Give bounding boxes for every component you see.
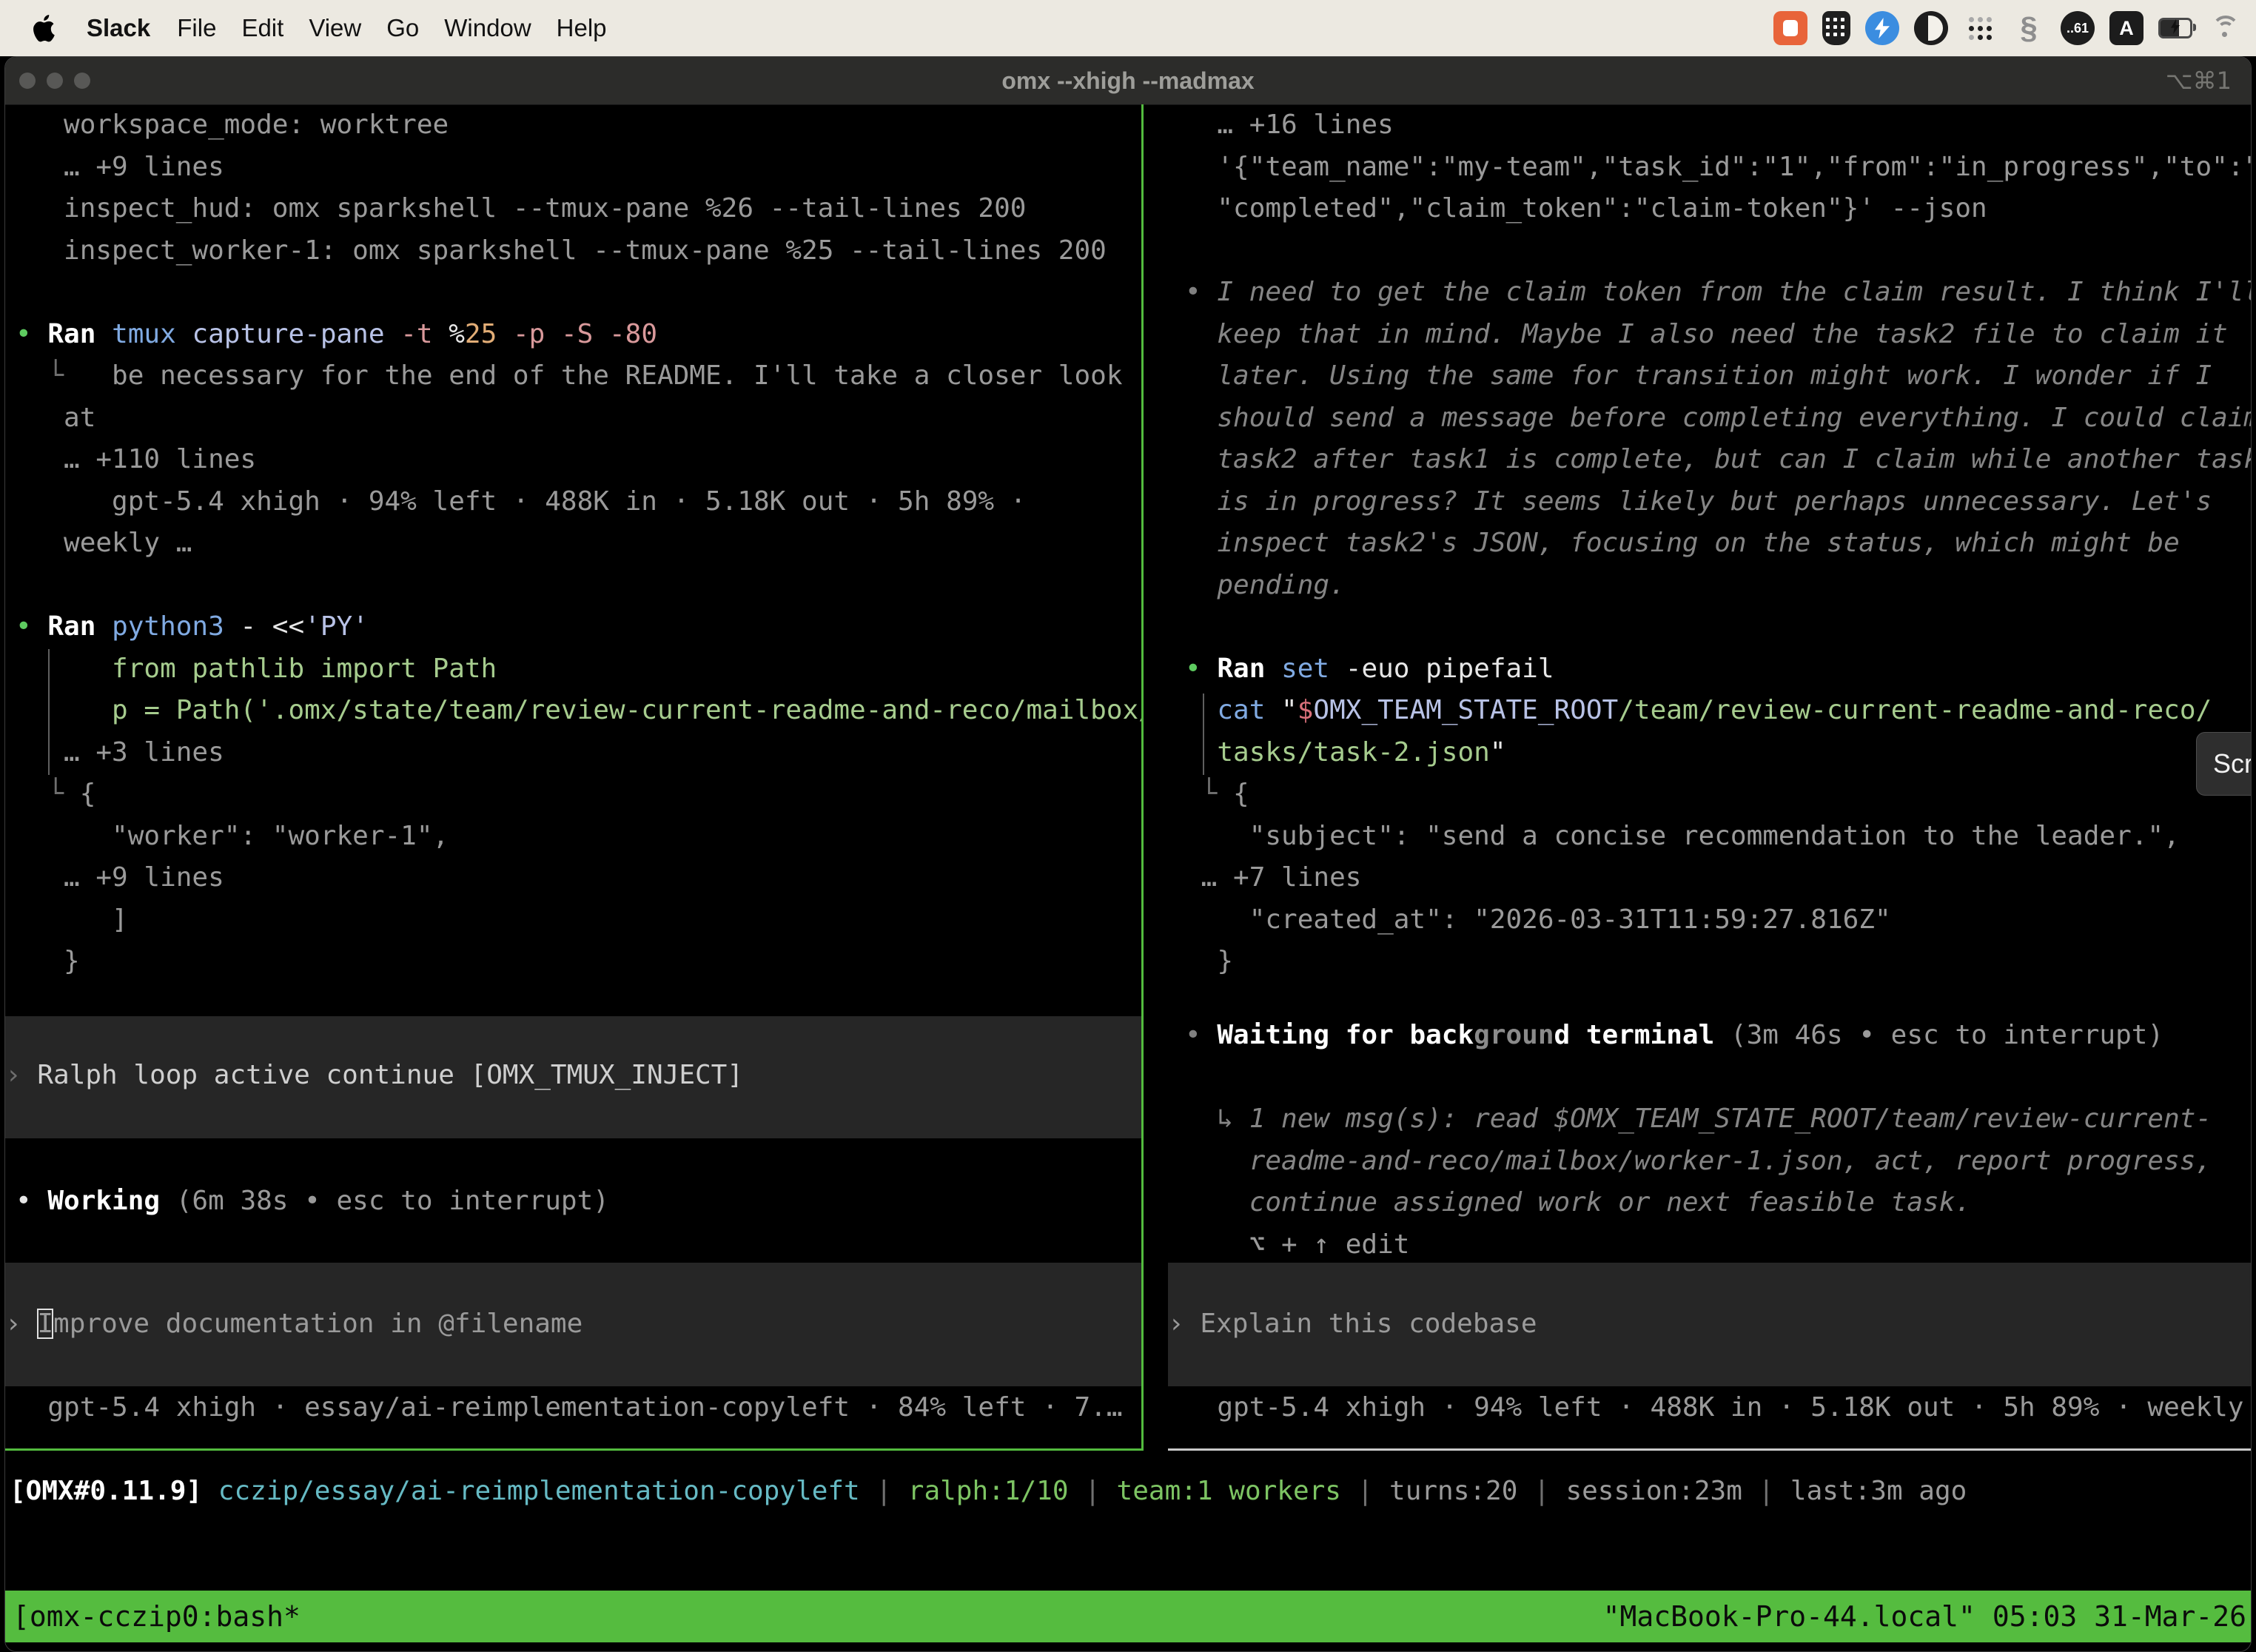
right-model-statusline: gpt-5.4 xhigh · 94% left · 488K in · 5.1… bbox=[1185, 1387, 2252, 1429]
left-composer-input[interactable]: › Improve documentation in @filename bbox=[5, 1263, 1141, 1386]
terminal-line: tasks/task-2.json" bbox=[1185, 732, 2252, 774]
terminal-line: inspect_hud: omx sparkshell --tmux-pane … bbox=[16, 188, 1141, 230]
terminal-line: … +3 lines bbox=[16, 732, 1141, 774]
terminal-line: readme-and-reco/mailbox/worker-1.json, a… bbox=[1185, 1141, 2252, 1183]
terminal-line: p = Path('.omx/state/team/review-current… bbox=[16, 690, 1141, 732]
terminal-line: cat "$OMX_TEAM_STATE_ROOT/team/review-cu… bbox=[1185, 690, 2252, 732]
right-composer-input[interactable]: › Explain this codebase bbox=[1168, 1263, 2252, 1386]
terminal-line: └ be necessary for the end of the README… bbox=[16, 355, 1141, 397]
chat-app-icon[interactable] bbox=[1773, 11, 1807, 45]
terminal-line: task2 after task1 is complete, but can I… bbox=[1185, 439, 2252, 481]
dark-crescent-icon[interactable] bbox=[1914, 11, 1948, 45]
left-pane-output: workspace_mode: worktree … +9 lines insp… bbox=[16, 104, 1141, 983]
cat-block-connector bbox=[1203, 694, 1204, 775]
terminal-window: omx --xhigh --madmax ⌥⌘1 workspace_mode:… bbox=[4, 56, 2252, 1652]
terminal-line: … +7 lines bbox=[1185, 857, 2252, 899]
terminal-line: … +16 lines bbox=[1185, 104, 2252, 147]
terminal-line: › Ralph loop active continue [OMX_TMUX_I… bbox=[5, 1055, 1141, 1097]
omx-status-bar: [OMX#0.11.9] cczip/essay/ai-reimplementa… bbox=[10, 1471, 2248, 1513]
tmux-status-bar: [omx-cczip0:bash* "MacBook-Pro-44.local"… bbox=[5, 1591, 2251, 1642]
status-icons: § ..61 A bbox=[1773, 11, 2256, 45]
terminal-line: › Explain this codebase bbox=[1168, 1303, 2252, 1346]
left-model-statusline: gpt-5.4 xhigh · essay/ai-reimplementatio… bbox=[16, 1387, 1141, 1429]
right-waiting-status: • Waiting for background terminal (3m 46… bbox=[1185, 1015, 2252, 1266]
terminal-line: … +110 lines bbox=[16, 439, 1141, 481]
terminal-line: "created_at": "2026-03-31T11:59:27.816Z" bbox=[1185, 899, 2252, 941]
terminal-line: … +9 lines bbox=[16, 147, 1141, 189]
terminal-layer: workspace_mode: worktree … +9 lines insp… bbox=[5, 57, 2251, 1651]
squiggle-icon[interactable]: § bbox=[2012, 11, 2046, 45]
right-pane-output: … +16 lines '{"team_name":"my-team","tas… bbox=[1185, 104, 2252, 983]
terminal-line: "completed","claim_token":"claim-token"}… bbox=[1185, 188, 2252, 230]
terminal-line: ] bbox=[16, 899, 1141, 941]
menu-window[interactable]: Window bbox=[432, 14, 543, 42]
terminal-line bbox=[1185, 230, 2252, 272]
battery-icon[interactable] bbox=[2158, 11, 2192, 45]
menu-file[interactable]: File bbox=[164, 14, 229, 42]
terminal-line: └ { bbox=[1185, 773, 2252, 816]
terminal-line: • Working (6m 38s • esc to interrupt) bbox=[16, 1181, 1141, 1223]
terminal-line: } bbox=[16, 941, 1141, 983]
terminal-line: weekly … bbox=[16, 523, 1141, 565]
tmux-session-label: [omx-cczip0:bash* bbox=[5, 1600, 301, 1633]
terminal-line: inspect_worker-1: omx sparkshell --tmux-… bbox=[16, 230, 1141, 272]
terminal-line: • I need to get the claim token from the… bbox=[1185, 272, 2252, 314]
terminal-line bbox=[16, 565, 1141, 607]
terminal-line: later. Using the same for transition mig… bbox=[1185, 355, 2252, 397]
terminal-line: at bbox=[16, 397, 1141, 440]
terminal-line: is in progress? It seems likely but perh… bbox=[1185, 481, 2252, 523]
screenshot-toast-label: Scre bbox=[2213, 748, 2252, 779]
terminal-line: "worker": "worker-1", bbox=[16, 816, 1141, 858]
terminal-line: "subject": "send a concise recommendatio… bbox=[1185, 816, 2252, 858]
input-source-icon[interactable]: A bbox=[2109, 11, 2143, 45]
terminal-line: pending. bbox=[1185, 565, 2252, 607]
terminal-line: └ { bbox=[16, 773, 1141, 816]
ralph-loop-band: › Ralph loop active continue [OMX_TMUX_I… bbox=[5, 1016, 1141, 1138]
menu-help[interactable]: Help bbox=[544, 14, 620, 42]
terminal-line: … +9 lines bbox=[16, 857, 1141, 899]
menu-edit[interactable]: Edit bbox=[229, 14, 296, 42]
shield-grid-icon[interactable] bbox=[1822, 11, 1850, 45]
menu-bar: SlackFileEditViewGoWindowHelp § ..61 A bbox=[0, 0, 2256, 56]
terminal-line: gpt-5.4 xhigh · essay/ai-reimplementatio… bbox=[16, 1387, 1141, 1429]
terminal-line: [OMX#0.11.9] cczip/essay/ai-reimplementa… bbox=[10, 1471, 2248, 1513]
terminal-line: continue assigned work or next feasible … bbox=[1185, 1182, 2252, 1224]
wifi-icon[interactable] bbox=[2207, 11, 2241, 45]
terminal-line: gpt-5.4 xhigh · 94% left · 488K in · 5.1… bbox=[16, 481, 1141, 523]
tmux-host-clock: "MacBook-Pro-44.local" 05:03 31-Mar-26 bbox=[1603, 1600, 2251, 1633]
app-menus: SlackFileEditViewGoWindowHelp bbox=[0, 12, 620, 44]
dots-grid-icon[interactable] bbox=[1963, 11, 1997, 45]
terminal-line: • Ran set -euo pipefail bbox=[1185, 648, 2252, 691]
terminal-line: ⌥ + ↑ edit bbox=[1185, 1224, 2252, 1266]
terminal-line: ↳ 1 new msg(s): read $OMX_TEAM_STATE_ROO… bbox=[1185, 1098, 2252, 1141]
pane-divider bbox=[1141, 104, 1144, 1451]
terminal-line: • Waiting for background terminal (3m 46… bbox=[1185, 1015, 2252, 1057]
blue-bolt-badge-icon[interactable] bbox=[1865, 11, 1899, 45]
terminal-line: • Ran python3 - <<'PY' bbox=[16, 606, 1141, 648]
terminal-line: should send a message before completing … bbox=[1185, 397, 2252, 440]
right-pane-footer-rule bbox=[1168, 1448, 2252, 1451]
menu-slack[interactable]: Slack bbox=[73, 14, 164, 42]
apple-logo-icon[interactable] bbox=[33, 12, 62, 44]
python-block-connector bbox=[48, 649, 50, 775]
terminal-line: inspect task2's JSON, focusing on the st… bbox=[1185, 523, 2252, 565]
terminal-line: keep that in mind. Maybe I also need the… bbox=[1185, 314, 2252, 356]
countdown-badge-icon[interactable]: ..61 bbox=[2061, 11, 2095, 45]
screenshot-toast: Scre bbox=[2196, 732, 2252, 796]
terminal-line: workspace_mode: worktree bbox=[16, 104, 1141, 147]
left-working-status: • Working (6m 38s • esc to interrupt) bbox=[16, 1181, 1141, 1223]
terminal-line: from pathlib import Path bbox=[16, 648, 1141, 691]
terminal-line bbox=[1185, 1057, 2252, 1099]
terminal-line: › Improve documentation in @filename bbox=[5, 1303, 1141, 1346]
terminal-line bbox=[1185, 606, 2252, 648]
menu-view[interactable]: View bbox=[296, 14, 374, 42]
terminal-line bbox=[16, 272, 1141, 314]
terminal-line: '{"team_name":"my-team","task_id":"1","f… bbox=[1185, 147, 2252, 189]
terminal-line: gpt-5.4 xhigh · 94% left · 488K in · 5.1… bbox=[1185, 1387, 2252, 1429]
terminal-line: • Ran tmux capture-pane -t %25 -p -S -80 bbox=[16, 314, 1141, 356]
menu-go[interactable]: Go bbox=[374, 14, 432, 42]
left-pane-footer-rule bbox=[5, 1448, 1141, 1451]
terminal-line: } bbox=[1185, 941, 2252, 983]
